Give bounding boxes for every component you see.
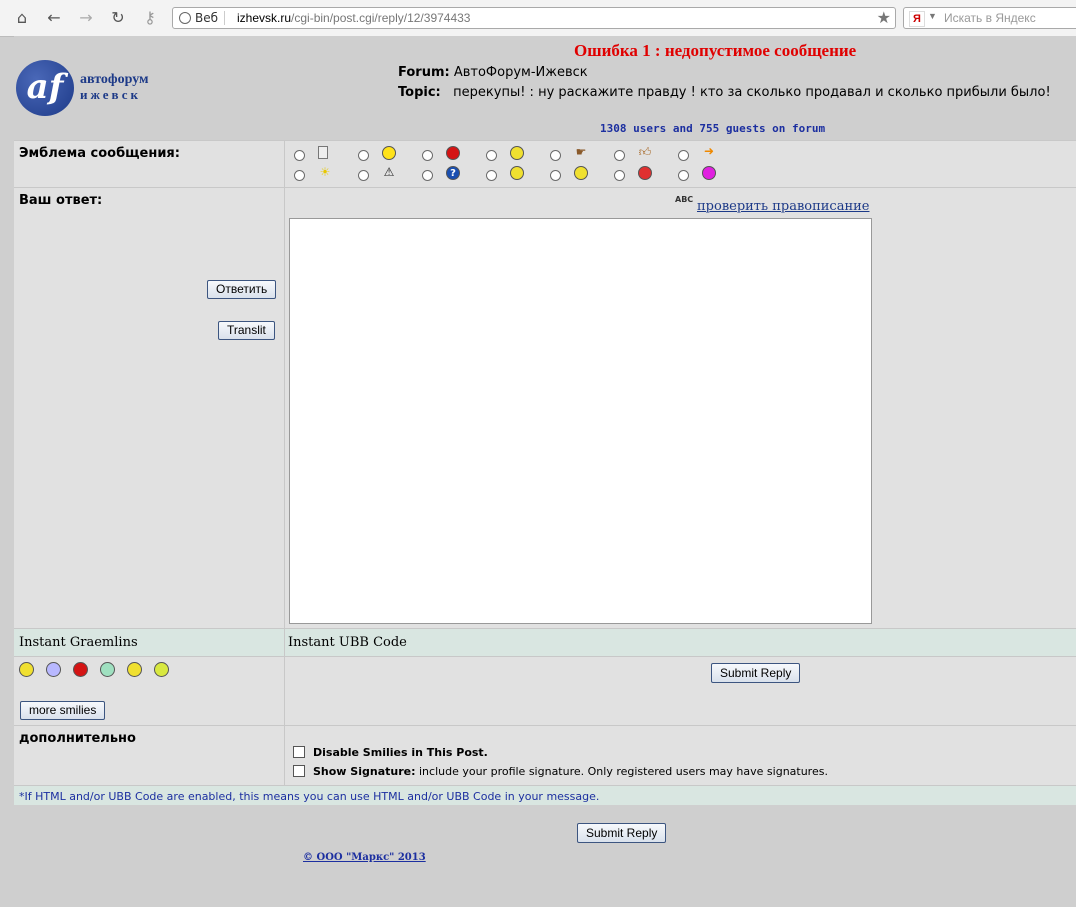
reply-row: Ваш ответ: Ответить Translit ABC провери… [14,187,1076,628]
instant-header-row: Instant Graemlins Instant UBB Code [14,628,1076,656]
footer-copyright[interactable]: © ООО "Маркс" 2013 [303,852,426,863]
search-placeholder[interactable]: Искать в Яндекс [944,11,1036,25]
forward-icon[interactable]: → [76,8,96,28]
emblem-radio-3[interactable] [422,150,433,161]
stop-icon [446,146,460,160]
emblem-radio-11[interactable] [486,170,497,181]
address-bar[interactable]: Веб izhevsk.ru/cgi-bin/post.cgi/reply/12… [172,7,896,29]
emblem-radio-8[interactable] [294,170,305,181]
emblem-radio-1[interactable] [294,150,305,161]
neutral-graemlin-icon[interactable] [154,662,169,677]
forum-logo[interactable]: af [16,60,74,116]
html-ubb-note: *If HTML and/or UBB Code are enabled, th… [19,790,600,803]
lightbulb-icon: ☀ [319,165,331,179]
emblem-label: Эмблема сообщения: [19,146,180,161]
translit-button[interactable]: Translit [218,321,275,340]
arrow-right-icon: ➜ [703,144,715,158]
purple-face-icon [702,166,716,180]
happy-icon [574,166,588,180]
show-signature-text: Show Signature: include your profile sig… [313,765,828,778]
emblem-radio-7[interactable] [678,150,689,161]
options-label: дополнительно [19,731,136,746]
online-count: 1308 users and 755 guests on forum [600,122,826,135]
thumbs-up-icon: 👍︎ [638,145,652,159]
bookmark-star-icon[interactable]: ★ [877,8,891,27]
bottom-submit-reply-button[interactable]: Submit Reply [577,823,667,843]
angry-icon [638,166,652,180]
emblem-radio-13[interactable] [614,170,625,181]
answer-button[interactable]: Ответить [207,280,277,299]
show-signature-checkbox[interactable] [293,765,305,777]
smile-graemlin-icon[interactable] [19,662,34,677]
chevron-down-icon[interactable]: ▼ [928,11,937,21]
emblem-radio-4[interactable] [486,150,497,161]
submit-reply-button[interactable]: Submit Reply [711,663,801,683]
emblem-radio-9[interactable] [358,170,369,181]
emblem-radio-10[interactable] [422,170,433,181]
more-smilies-button[interactable]: more smilies [20,701,106,720]
cool-icon [510,166,524,180]
emblem-radio-5[interactable] [550,150,561,161]
back-icon[interactable]: ← [44,8,64,28]
emblem-radio-6[interactable] [614,150,625,161]
emblem-options: ☛ 👍︎ ➜ ☀ ⚠ ? [284,141,1076,187]
home-icon[interactable]: ⌂ [12,8,32,28]
wink-graemlin-icon[interactable] [127,662,142,677]
yandex-icon[interactable]: Я [909,11,925,27]
globe-icon [179,12,191,24]
warning-icon: ⚠ [383,165,395,179]
options-row: дополнительно Disable Smilies in This Po… [14,725,1076,785]
note-icon [318,146,328,159]
reload-icon[interactable]: ↻ [108,8,128,28]
grin-graemlin-icon[interactable] [100,662,115,677]
search-bar[interactable]: Я ▼ Искать в Яндекс [903,7,1076,29]
key-icon[interactable]: ⚷ [140,8,160,28]
mad-graemlin-icon[interactable] [73,662,88,677]
spellcheck-link[interactable]: проверить правописание [697,199,869,214]
emblem-radio-2[interactable] [358,150,369,161]
page: af автофорум ижевск Ошибка 1 : недопусти… [14,36,1076,907]
reply-label: Ваш ответ: [19,193,103,208]
instant-graemlins-label: Instant Graemlins [19,635,138,650]
disable-smilies-label: Disable Smilies in This Post. [313,746,488,759]
grin-icon [382,146,396,160]
note-row: *If HTML and/or UBB Code are enabled, th… [14,785,1076,805]
smilies-row: more smilies Submit Reply [14,656,1076,725]
hand-point-icon: ☛ [575,145,587,159]
frown-graemlin-icon[interactable] [46,662,61,677]
instant-ubb-label: Instant UBB Code [288,635,407,650]
url-scope-label[interactable]: Веб [179,11,226,25]
error-title: Ошибка 1 : недопустимое сообщение [574,41,857,60]
emblem-row: Эмблема сообщения: ☛ 👍︎ ➜ ☀ ⚠ ? [14,140,1076,187]
browser-toolbar: ⌂ ← → ↻ ⚷ Веб izhevsk.ru/cgi-bin/post.cg… [0,0,1076,37]
logo-subtitle: ижевск [80,87,141,102]
message-textarea[interactable] [289,218,872,624]
emblem-radio-14[interactable] [678,170,689,181]
disable-smilies-checkbox[interactable] [293,746,305,758]
question-icon: ? [446,166,460,180]
forum-line: Forum: АвтоФорум-Ижевск [398,65,588,80]
forum-header: af автофорум ижевск Ошибка 1 : недопусти… [14,36,1076,140]
url-text[interactable]: izhevsk.ru/cgi-bin/post.cgi/reply/12/397… [237,11,470,25]
smile-icon [510,146,524,160]
emblem-radio-12[interactable] [550,170,561,181]
topic-line: Topic: перекупы! : ну раскажите правду !… [398,85,1051,100]
spellcheck-icon[interactable]: ABC [675,195,693,204]
logo-title: автофорум [80,72,149,87]
